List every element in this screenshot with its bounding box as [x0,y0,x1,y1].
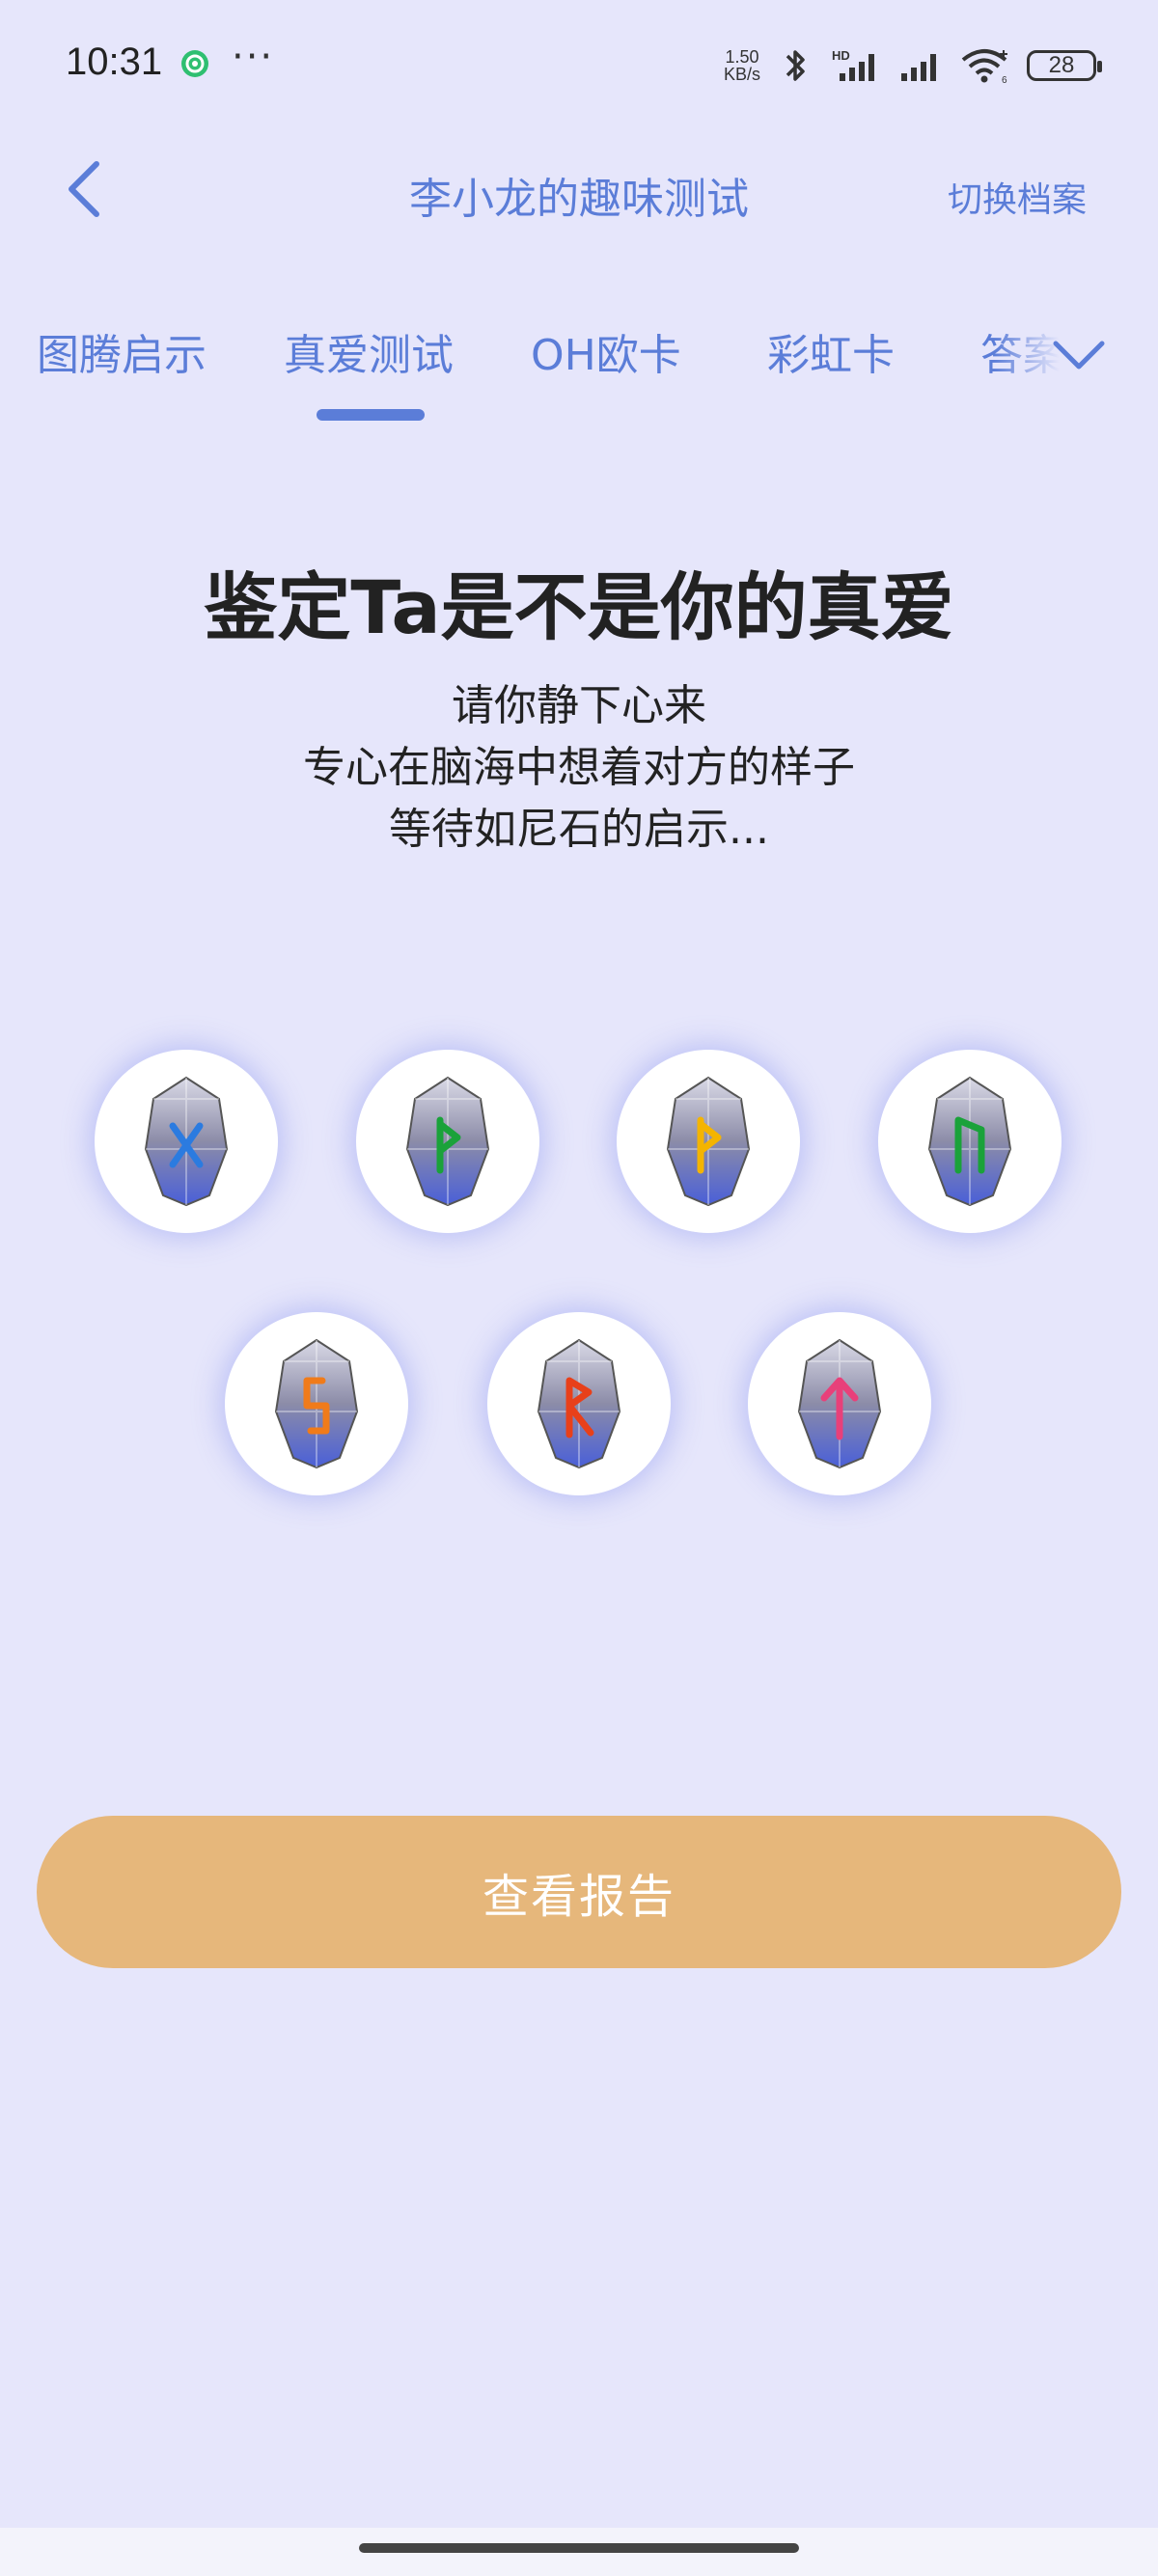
tab-totem[interactable]: 图腾启示 [37,320,207,382]
status-right-icons: 1.50 KB/s HD 6 28 [724,39,1102,93]
svg-text:6: 6 [1002,75,1007,85]
bluetooth-icon [786,50,805,81]
tab-oh-card[interactable]: OH欧卡 [531,320,681,382]
rune-stone[interactable] [748,1312,931,1495]
raido-rune-icon [537,1338,621,1469]
home-indicator[interactable] [359,2543,799,2553]
status-time: 10:31 [66,41,163,83]
battery-level: 28 [1048,52,1075,78]
hd-signal-icon: HD [832,48,874,81]
net-speed-unit: KB/s [723,65,760,84]
instruction-line: 等待如尼石的启示... [389,805,769,854]
chevron-down-icon[interactable] [1048,324,1110,386]
signal-icon [901,54,936,81]
switch-profile-button[interactable]: 切换档案 [948,172,1087,222]
tab-active-indicator [317,409,425,421]
rune-stone[interactable] [95,1050,278,1233]
rune-stone[interactable] [878,1050,1062,1233]
rune-stone[interactable] [225,1312,408,1495]
app-notification-icon [181,50,208,77]
instruction-line: 专心在脑海中想着对方的样子 [303,743,855,792]
app-header: 李小龙的趣味测试 切换档案 [0,145,1158,237]
status-more-icon: ··· [232,35,275,79]
sowilo-rune-icon [274,1338,359,1469]
net-speed: 1.50 KB/s [724,48,760,83]
instruction-text: 请你静下心来 专心在脑海中想着对方的样子 等待如尼石的启示... [0,675,1158,861]
tab-true-love[interactable]: 真爱测试 [284,320,454,382]
tab-rainbow-card[interactable]: 彩虹卡 [767,320,895,382]
wunjo-rune-icon [405,1076,490,1207]
status-bar: 10:31 ··· 1.50 KB/s HD 6 28 [0,0,1158,131]
gebo-rune-icon [144,1076,229,1207]
rune-stone[interactable] [356,1050,539,1233]
wunjo-rune-icon [666,1076,751,1207]
wifi-icon: 6 [961,49,1007,85]
net-speed-value: 1.50 [725,47,759,67]
battery-icon: 28 [1027,50,1102,81]
tab-bar: 图腾启示 真爱测试 OH欧卡 彩虹卡 答案 [0,311,1158,426]
page-headline: 鉴定Ta是不是你的真爱 [204,564,954,650]
instruction-line: 请你静下心来 [452,681,706,730]
rune-stone[interactable] [617,1050,800,1233]
view-report-button[interactable]: 查看报告 [37,1816,1121,1968]
svg-text:HD: HD [832,48,850,63]
uruz-rune-icon [927,1076,1012,1207]
rune-stone[interactable] [487,1312,671,1495]
tiwaz-rune-icon [797,1338,882,1469]
